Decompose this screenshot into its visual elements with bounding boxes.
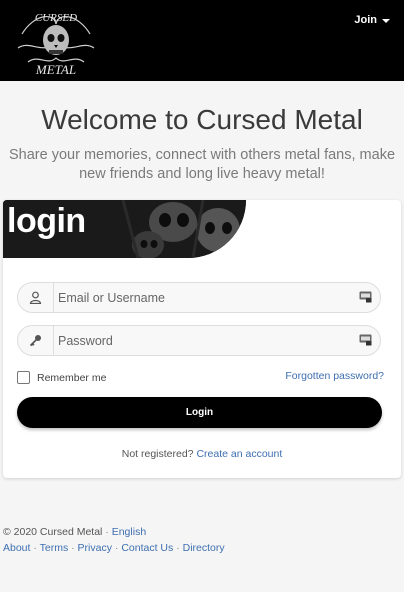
separator: ·	[105, 526, 109, 538]
remember-me-checkbox[interactable]	[17, 371, 30, 384]
create-account-link[interactable]: Create an account	[196, 448, 282, 460]
register-prompt: Not registered? Create an account	[0, 448, 404, 460]
footer-link-terms[interactable]: Terms	[40, 542, 69, 554]
remember-me[interactable]: Remember me	[17, 371, 106, 384]
password-manager-icon[interactable]	[359, 291, 372, 303]
svg-text:METAL: METAL	[35, 62, 76, 77]
page-subtitle: Share your memories, connect with others…	[8, 147, 396, 182]
page-title: Welcome to Cursed Metal	[41, 104, 363, 135]
navbar: CURSED METAL Join	[0, 0, 404, 81]
user-icon	[18, 283, 54, 312]
password-input[interactable]	[58, 326, 348, 355]
footer-link-directory[interactable]: Directory	[183, 542, 225, 554]
svg-text:CURSED: CURSED	[35, 12, 77, 24]
join-label: Join	[354, 14, 377, 26]
password-manager-icon[interactable]	[359, 334, 372, 346]
forgot-password-link[interactable]: Forgotten password?	[285, 370, 384, 382]
join-dropdown[interactable]: Join	[354, 14, 390, 26]
register-text: Not registered?	[121, 448, 194, 460]
login-heading: login	[7, 202, 86, 240]
password-field[interactable]	[17, 325, 381, 356]
footer-line-1: © 2020 Cursed Metal · English	[3, 524, 225, 540]
language-link[interactable]: English	[112, 526, 146, 538]
login-button[interactable]: Login	[17, 397, 382, 428]
separator: ·	[71, 542, 75, 554]
footer-link-about[interactable]: About	[3, 542, 30, 554]
site-logo[interactable]: CURSED METAL	[14, 4, 98, 78]
separator: ·	[114, 542, 119, 554]
key-icon	[18, 326, 54, 355]
footer-links: About · Terms · Privacy · Contact Us · D…	[3, 540, 225, 556]
username-field[interactable]	[17, 282, 381, 313]
login-banner: login	[3, 200, 246, 258]
copyright: © 2020 Cursed Metal	[3, 526, 103, 538]
separator: ·	[33, 542, 37, 554]
remember-me-label: Remember me	[37, 371, 107, 384]
footer-link-contact[interactable]: Contact Us	[121, 542, 173, 554]
username-input[interactable]	[58, 283, 348, 312]
footer: © 2020 Cursed Metal · English About · Te…	[3, 524, 225, 556]
separator: ·	[176, 542, 180, 554]
caret-down-icon	[382, 18, 390, 23]
footer-link-privacy[interactable]: Privacy	[78, 542, 112, 554]
